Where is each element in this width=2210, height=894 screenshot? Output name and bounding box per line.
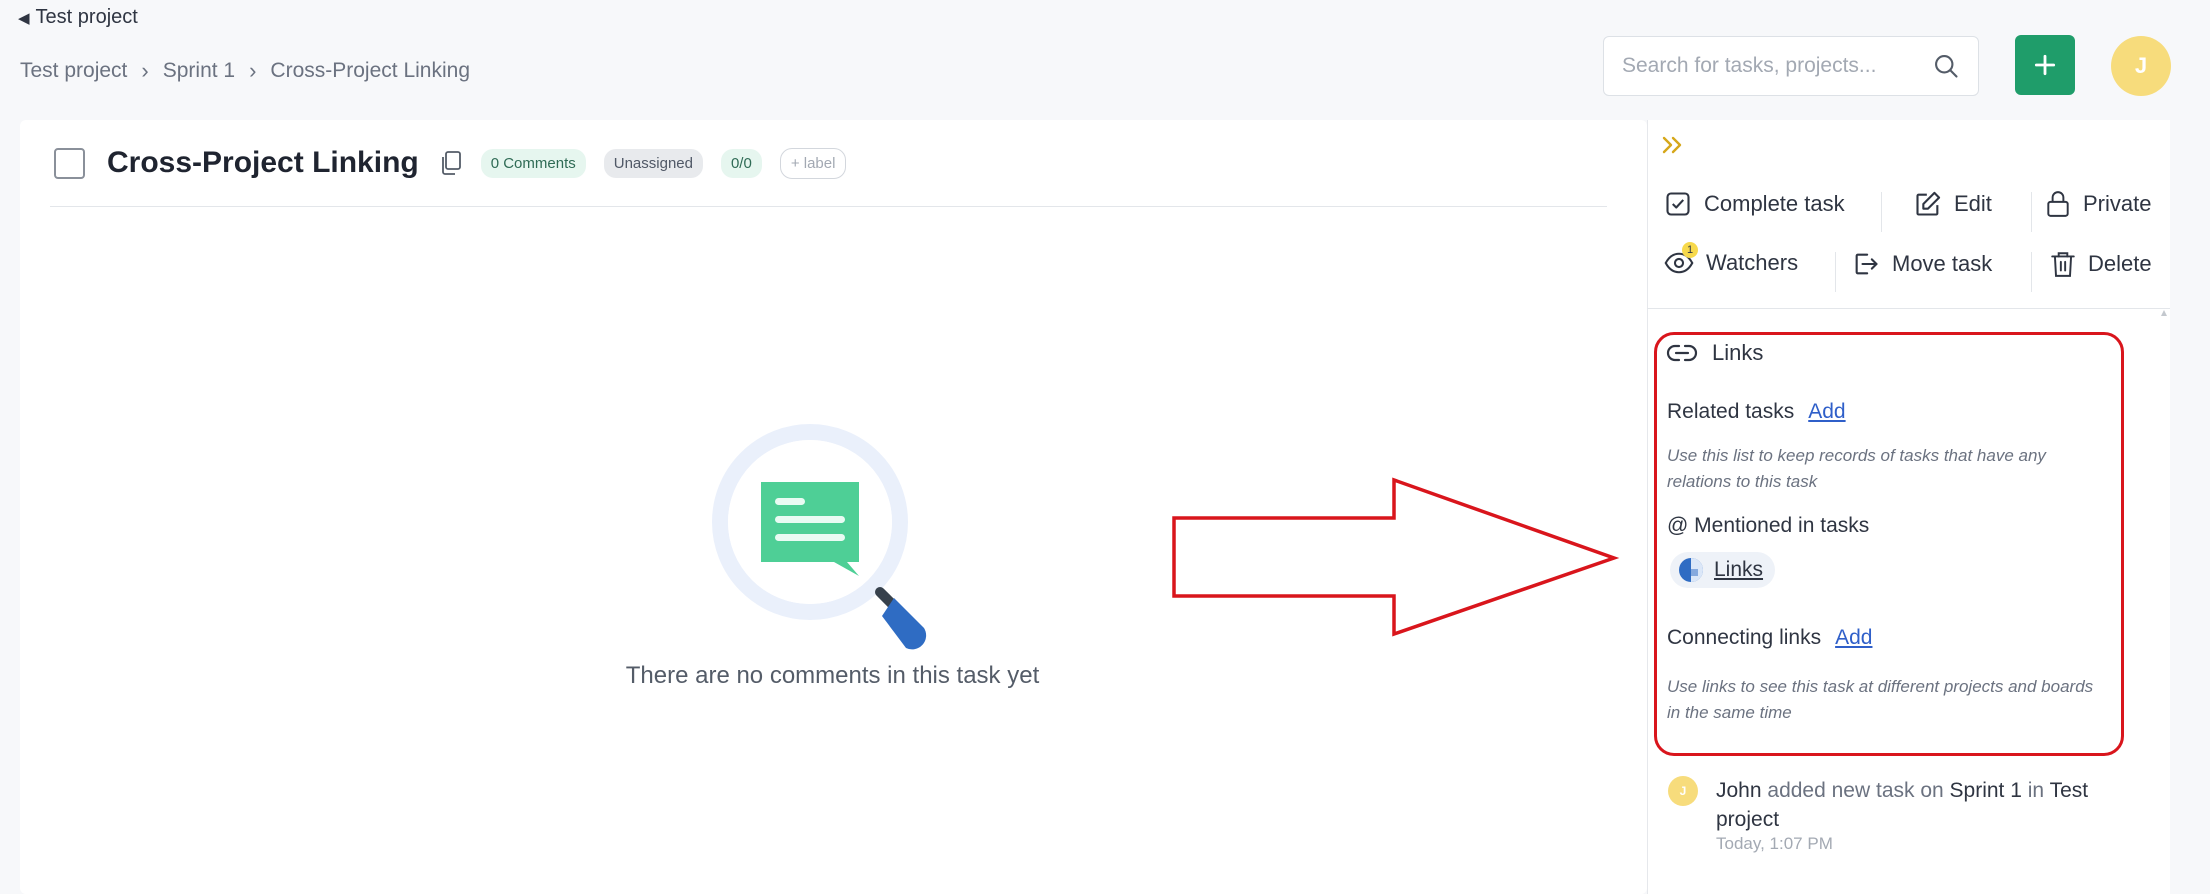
related-tasks-add-link[interactable]: Add xyxy=(1808,400,1845,424)
copy-icon[interactable] xyxy=(439,150,463,176)
action-separator xyxy=(2031,192,2032,232)
move-exit-icon xyxy=(1855,253,1878,275)
activity-user[interactable]: John xyxy=(1716,779,1762,802)
back-triangle-icon: ◀ xyxy=(18,9,30,27)
breadcrumb-sprint[interactable]: Sprint 1 xyxy=(163,59,235,83)
connecting-links-row: Connecting links Add xyxy=(1667,626,1872,650)
lock-icon xyxy=(2047,191,2069,217)
annotation-arrow-icon xyxy=(1172,477,1620,637)
add-button[interactable] xyxy=(2015,35,2075,95)
activity-action: added new task on xyxy=(1767,779,1944,802)
action-separator xyxy=(1881,192,1882,232)
action-separator xyxy=(2031,252,2032,292)
trash-icon xyxy=(2051,252,2075,277)
add-label-button[interactable]: + label xyxy=(779,147,847,179)
move-task-label: Move task xyxy=(1892,251,1993,276)
chevron-right-icon: › xyxy=(249,58,257,83)
watchers-icon-wrap: 1 xyxy=(1664,242,1698,276)
task-avatar-icon xyxy=(1679,558,1703,582)
mentioned-task-chip[interactable]: Links xyxy=(1670,552,1776,588)
search-input[interactable] xyxy=(1622,54,1932,78)
related-tasks-row: Related tasks Add xyxy=(1667,400,1846,424)
complete-task-label: Complete task xyxy=(1704,191,1845,216)
actions-divider xyxy=(1647,308,2170,309)
links-title: Links xyxy=(1712,340,1764,365)
link-icon xyxy=(1666,344,1698,362)
watchers-count-badge: 1 xyxy=(1682,242,1698,258)
activity-avatar: J xyxy=(1668,776,1698,806)
breadcrumb-task[interactable]: Cross-Project Linking xyxy=(270,59,470,83)
watchers-button[interactable]: 1 Watchers xyxy=(1664,242,1799,276)
connecting-links-hint: Use links to see this task at different … xyxy=(1667,677,2094,722)
delete-label: Delete xyxy=(2088,251,2152,276)
task-actions: Complete task Edit Private 1 Watchers Mo… xyxy=(1647,180,2170,300)
no-comments-illustration-icon xyxy=(712,424,927,650)
progress-badge[interactable]: 0/0 xyxy=(720,148,762,178)
chevron-right-icon: › xyxy=(141,58,149,83)
mentioned-in-tasks-label: @ Mentioned in tasks xyxy=(1667,514,1870,537)
pencil-edit-icon xyxy=(1916,191,1941,216)
watchers-label: Watchers xyxy=(1706,250,1799,275)
private-label: Private xyxy=(2083,191,2152,216)
related-tasks-label: Related tasks xyxy=(1667,400,1795,423)
plus-icon xyxy=(2034,54,2056,76)
complete-task-button[interactable]: Complete task xyxy=(1664,190,1845,218)
comments-badge[interactable]: 0 Comments xyxy=(480,148,586,178)
activity-sprint[interactable]: Sprint 1 xyxy=(1950,779,2022,802)
delete-button[interactable]: Delete xyxy=(2050,250,2152,278)
empty-comments-text: There are no comments in this task yet xyxy=(625,662,1040,689)
mentioned-task-link[interactable]: Links xyxy=(1714,558,1763,582)
complete-checkbox[interactable] xyxy=(54,147,85,179)
task-title[interactable]: Cross-Project Linking xyxy=(107,146,419,180)
scroll-up-icon[interactable] xyxy=(2161,310,2167,316)
links-section-header: Links xyxy=(1666,340,1763,366)
user-avatar[interactable]: J xyxy=(2111,36,2171,96)
task-header: Cross-Project Linking 0 Comments Unassig… xyxy=(54,146,847,180)
connecting-links-label: Connecting links xyxy=(1667,626,1822,649)
breadcrumb: Test project › Sprint 1 › Cross-Project … xyxy=(20,58,470,84)
connecting-links-add-link[interactable]: Add xyxy=(1835,626,1872,650)
private-button[interactable]: Private xyxy=(2045,190,2151,218)
back-link-label: Test project xyxy=(35,6,138,28)
move-task-button[interactable]: Move task xyxy=(1852,250,1992,278)
back-link[interactable]: ◀ Test project xyxy=(18,6,138,29)
double-chevron-right-icon[interactable] xyxy=(1660,134,1686,156)
action-separator xyxy=(1835,252,1836,292)
assignee-badge[interactable]: Unassigned xyxy=(603,148,703,178)
check-square-icon xyxy=(1666,192,1690,216)
search-box xyxy=(1603,36,1979,96)
edit-button[interactable]: Edit xyxy=(1914,190,1992,218)
search-icon[interactable] xyxy=(1932,52,1960,80)
header-divider xyxy=(50,206,1607,207)
activity-timestamp: Today, 1:07 PM xyxy=(1716,834,1833,853)
activity-preposition: in xyxy=(2027,779,2045,802)
breadcrumb-project[interactable]: Test project xyxy=(20,59,127,83)
related-tasks-hint: Use this list to keep records of tasks t… xyxy=(1667,446,2046,491)
edit-label: Edit xyxy=(1954,191,1992,216)
activity-entry: John added new task on Sprint 1 in Test … xyxy=(1716,776,2136,834)
